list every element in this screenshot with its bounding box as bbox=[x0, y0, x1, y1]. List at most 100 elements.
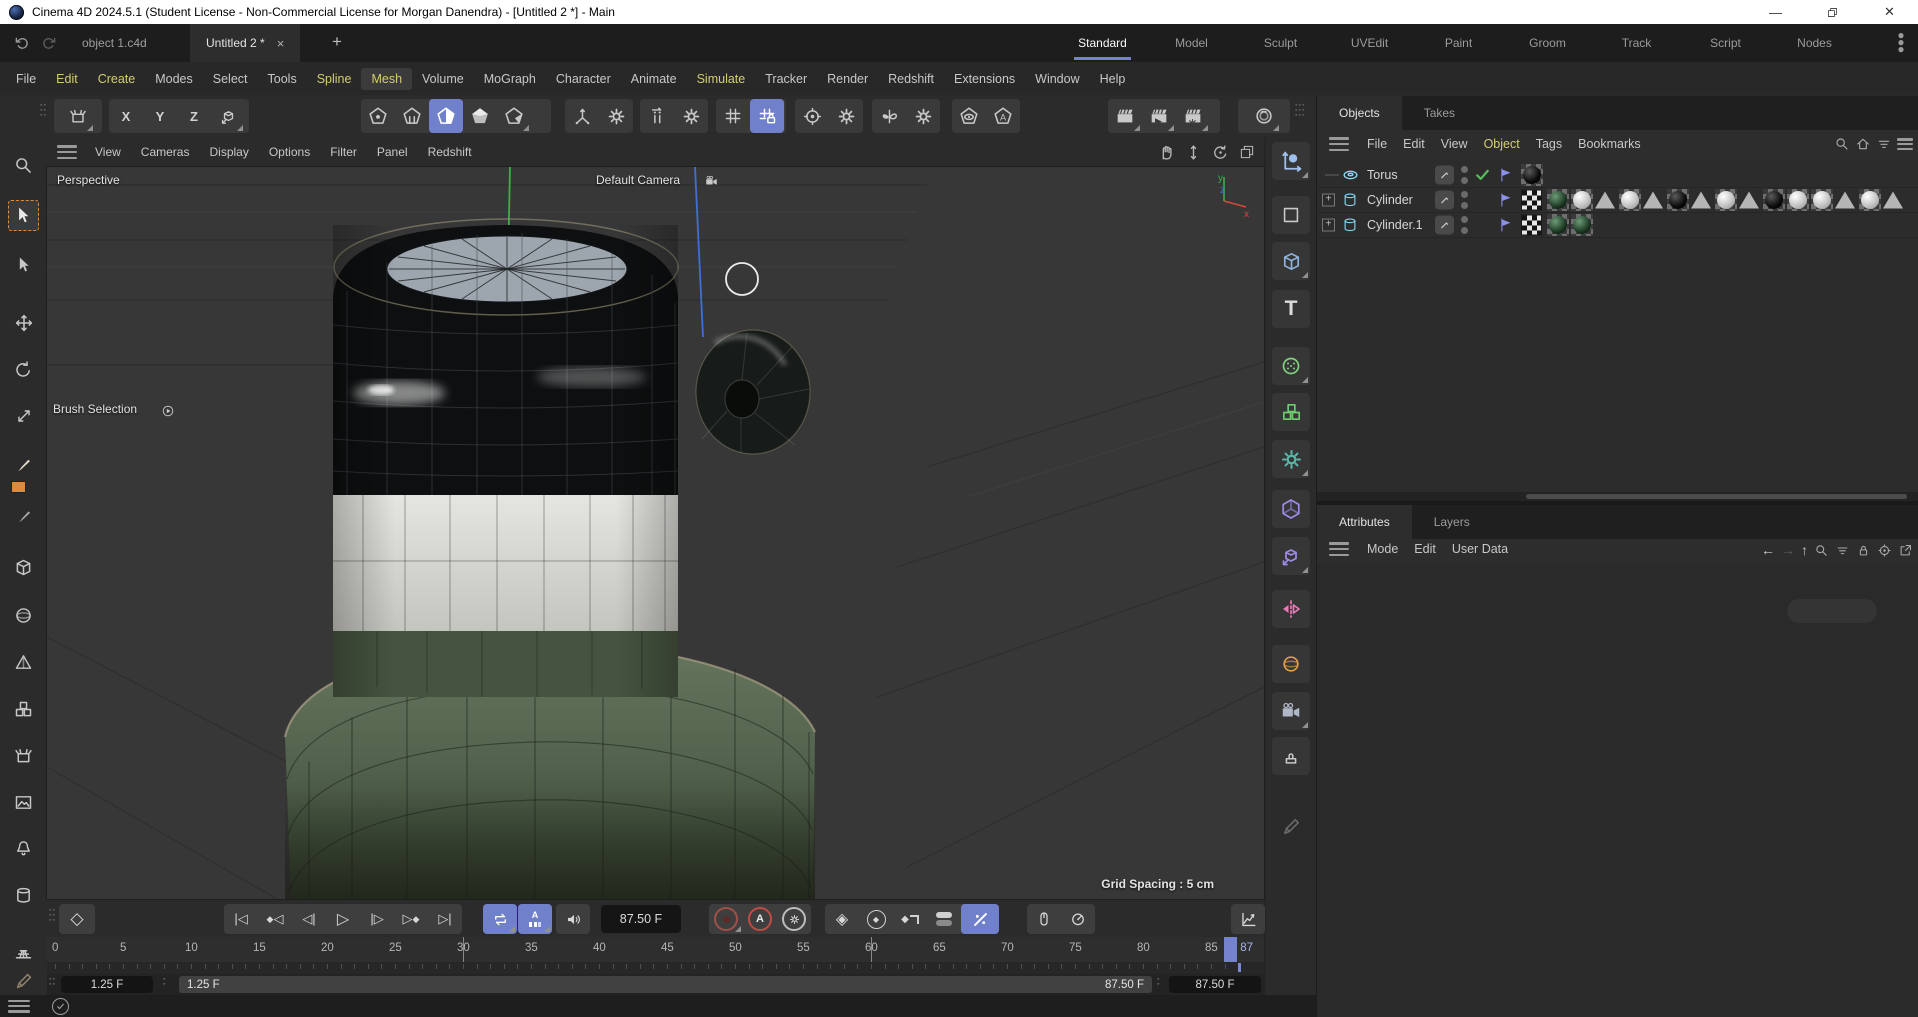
maximize-button[interactable] bbox=[1804, 0, 1861, 24]
forward-icon[interactable]: → bbox=[1781, 542, 1795, 558]
attributes-menu-icon[interactable] bbox=[1329, 542, 1349, 556]
viewport-menu-item[interactable]: Cameras bbox=[131, 145, 200, 159]
status-menu-icon[interactable] bbox=[8, 1000, 30, 1013]
polygons-mode-icon[interactable] bbox=[429, 99, 463, 133]
polygon-selection-tag[interactable] bbox=[1835, 191, 1855, 208]
viewport-menu-item[interactable]: Filter bbox=[320, 145, 367, 159]
search-icon[interactable] bbox=[1814, 543, 1829, 558]
back-icon[interactable]: ← bbox=[1761, 542, 1775, 558]
material-tag[interactable] bbox=[1619, 189, 1641, 211]
camera-icon[interactable] bbox=[703, 174, 720, 188]
sound-icon[interactable] bbox=[556, 904, 590, 934]
new-window-icon[interactable] bbox=[1898, 543, 1913, 558]
object-row-torus[interactable]: Torus bbox=[1317, 162, 1918, 188]
toolbar-grip-right[interactable]: ▪▪▪▪▪▪▪▪▪ bbox=[1295, 103, 1303, 118]
scrollbar-thumb[interactable] bbox=[1526, 494, 1907, 499]
mirror-tool-icon[interactable] bbox=[1272, 590, 1310, 628]
menu-item[interactable]: File bbox=[6, 68, 46, 90]
menu-item[interactable]: Volume bbox=[412, 68, 474, 90]
visibility-dots[interactable] bbox=[1461, 166, 1468, 184]
minimize-button[interactable]: — bbox=[1747, 0, 1804, 24]
timeline-ruler[interactable]: 051015202530354045505560657075808587 bbox=[47, 937, 1264, 962]
symmetry-icon[interactable] bbox=[872, 99, 906, 133]
gauge-icon[interactable] bbox=[1061, 904, 1095, 934]
current-frame-marker[interactable] bbox=[1224, 937, 1237, 962]
view-label[interactable]: Perspective bbox=[57, 173, 120, 187]
key-parameter-icon[interactable]: ◆ bbox=[893, 904, 927, 934]
layout-tab[interactable]: Paint bbox=[1414, 24, 1503, 62]
home-icon[interactable] bbox=[1855, 136, 1871, 152]
pyramid-icon[interactable] bbox=[8, 647, 39, 678]
menu-item[interactable]: MoGraph bbox=[474, 68, 546, 90]
layout-tab[interactable]: Nodes bbox=[1770, 24, 1859, 62]
polygon-selection-tag[interactable] bbox=[1883, 191, 1903, 208]
hexagon-tool-icon[interactable] bbox=[1272, 490, 1310, 528]
key-snap-icon[interactable] bbox=[961, 904, 999, 934]
ruler-frame-label[interactable]: 45 bbox=[661, 942, 674, 954]
axis-modify-icon[interactable] bbox=[211, 99, 245, 133]
material-tag[interactable] bbox=[1715, 189, 1737, 211]
camera-tool-icon[interactable] bbox=[1272, 692, 1310, 730]
edit-tag[interactable] bbox=[1435, 215, 1454, 234]
visibility-dots[interactable] bbox=[1461, 216, 1468, 234]
layout-tab[interactable]: Track bbox=[1592, 24, 1681, 62]
key-rotation-icon[interactable]: ◆ bbox=[859, 904, 893, 934]
objects-menu-item[interactable]: View bbox=[1433, 134, 1476, 154]
layout-tab[interactable]: Sculpt bbox=[1236, 24, 1325, 62]
material-tag[interactable] bbox=[1521, 164, 1543, 186]
rectangle-tool-icon[interactable] bbox=[1272, 196, 1310, 234]
circle-tool-icon[interactable] bbox=[1272, 645, 1310, 683]
autokey-icon[interactable]: A bbox=[743, 904, 777, 934]
edit-tag[interactable] bbox=[1435, 190, 1454, 209]
render-picture-viewer-icon[interactable]: ▶ bbox=[1142, 99, 1176, 133]
axis-tool-icon[interactable] bbox=[1272, 142, 1310, 180]
doc-tab-object1[interactable]: object 1.c4d bbox=[66, 24, 163, 62]
polygon-selection-tag[interactable] bbox=[1739, 191, 1759, 208]
viewport-canvas[interactable] bbox=[47, 167, 1264, 899]
interactive-axis-icon[interactable] bbox=[640, 99, 674, 133]
powerslider-grip[interactable]: ▪▪▪▪ bbox=[49, 977, 57, 987]
search-icon[interactable] bbox=[1834, 136, 1850, 152]
up-icon[interactable]: ↑ bbox=[1801, 542, 1808, 558]
camera-label[interactable]: Default Camera bbox=[596, 173, 680, 187]
ruler-frame-label[interactable]: 25 bbox=[389, 942, 402, 954]
phong-tag-icon[interactable] bbox=[1497, 166, 1515, 184]
panel-tab[interactable]: Layers bbox=[1412, 505, 1492, 539]
snap-settings-icon[interactable] bbox=[829, 99, 863, 133]
ruler-frame-label[interactable]: 80 bbox=[1137, 942, 1150, 954]
polygon-selection-tag[interactable] bbox=[1691, 191, 1711, 208]
menu-item[interactable]: Modes bbox=[145, 68, 203, 90]
symmetry-settings-icon[interactable] bbox=[906, 99, 940, 133]
x-lock-button[interactable]: X bbox=[109, 109, 143, 124]
interactive-render-region-icon[interactable] bbox=[1247, 99, 1281, 133]
menu-item[interactable]: Extensions bbox=[944, 68, 1025, 90]
attributes-menu-item[interactable]: Edit bbox=[1406, 539, 1444, 559]
objects-menu-item[interactable]: File bbox=[1359, 134, 1395, 154]
ruler-frame-label[interactable]: 65 bbox=[933, 942, 946, 954]
snap-icon[interactable] bbox=[795, 99, 829, 133]
menu-item[interactable]: Mesh bbox=[361, 68, 412, 90]
ruler-frame-label[interactable]: 10 bbox=[185, 942, 198, 954]
menu-item[interactable]: Animate bbox=[621, 68, 687, 90]
workplane-cube-icon[interactable] bbox=[1272, 537, 1310, 575]
material-tag[interactable] bbox=[1547, 214, 1569, 236]
undo-icon[interactable] bbox=[8, 30, 34, 56]
ruler-frame-label[interactable]: 40 bbox=[593, 942, 606, 954]
enabled-check-icon[interactable] bbox=[1474, 166, 1491, 183]
gizmo-settings-icon[interactable] bbox=[599, 99, 633, 133]
redo-icon[interactable] bbox=[36, 30, 62, 56]
layout-tab[interactable]: Groom bbox=[1503, 24, 1592, 62]
selection-icon[interactable] bbox=[8, 249, 39, 280]
bell-icon[interactable] bbox=[8, 833, 39, 864]
viewport-annotate-icon[interactable] bbox=[986, 99, 1020, 133]
panel-menu-icon[interactable] bbox=[1897, 138, 1913, 150]
layout-tab[interactable]: Model bbox=[1147, 24, 1236, 62]
viewport-menu-item[interactable]: Display bbox=[199, 145, 258, 159]
z-lock-button[interactable]: Z bbox=[177, 109, 211, 124]
menu-item[interactable]: Render bbox=[817, 68, 878, 90]
menu-item[interactable]: Redshift bbox=[878, 68, 944, 90]
ruler-frame-label[interactable]: 0 bbox=[52, 942, 58, 954]
new-tab-button[interactable]: + bbox=[332, 32, 342, 52]
current-frame-field[interactable]: 87.50 F bbox=[601, 905, 681, 933]
menu-item[interactable]: Spline bbox=[307, 68, 362, 90]
